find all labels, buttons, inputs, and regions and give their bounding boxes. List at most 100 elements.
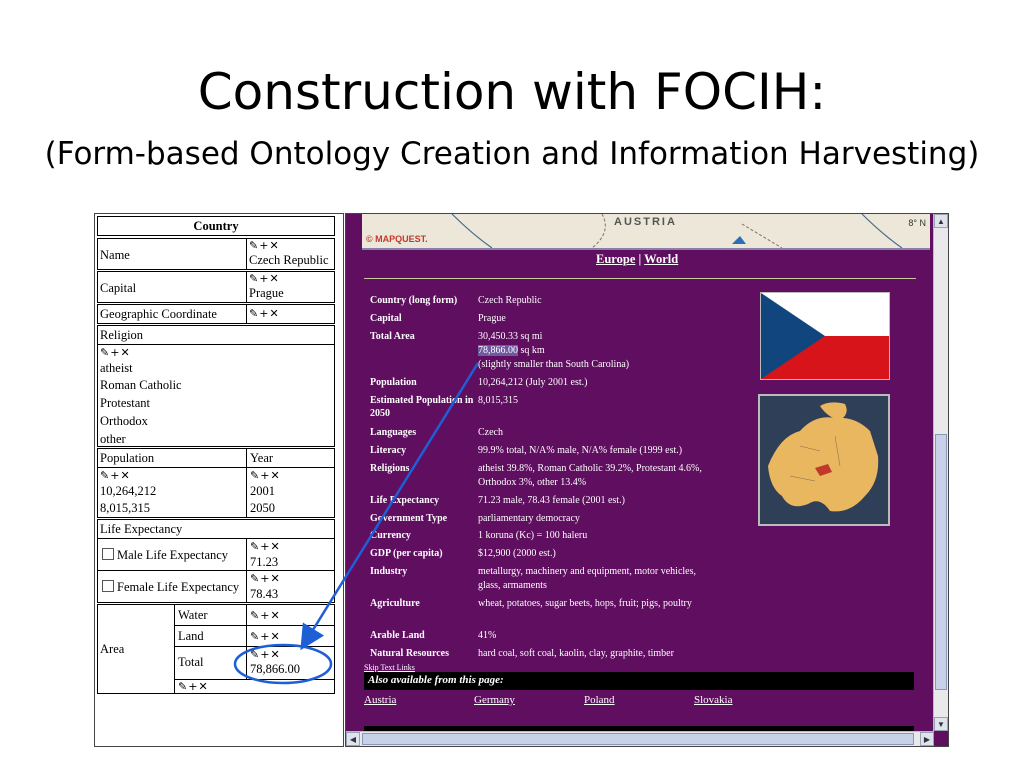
capital-tools: ✎+✕ [249, 272, 280, 285]
neighbor-link-poland[interactable]: Poland [584, 694, 615, 706]
life-expectancy-block: Life Expectancy Male Life Expectancy ✎+✕… [97, 519, 335, 603]
add-icon[interactable]: + [259, 272, 269, 285]
remove-icon[interactable]: ✕ [270, 630, 280, 643]
religion-value: other [100, 432, 126, 446]
highlighted-area-value[interactable]: 78,866.00 [478, 345, 518, 356]
neighbor-link-germany[interactable]: Germany [474, 694, 515, 706]
add-icon[interactable]: + [110, 346, 120, 359]
horizontal-scroll-thumb[interactable] [362, 733, 914, 745]
add-icon[interactable]: + [260, 572, 270, 585]
edit-icon[interactable]: ✎ [100, 346, 110, 359]
remove-icon[interactable]: ✕ [270, 609, 280, 622]
edit-icon[interactable]: ✎ [249, 272, 259, 285]
geo-value-cell[interactable]: ✎+✕ [246, 304, 335, 324]
year-value: 2001 [250, 484, 275, 498]
fact-label: Languages [370, 427, 417, 438]
fact-value: parliamentary democracy [478, 513, 580, 524]
edit-icon[interactable]: ✎ [100, 469, 110, 482]
remove-icon[interactable]: ✕ [269, 239, 279, 252]
name-row: Name ✎+✕ Czech Republic [97, 238, 335, 270]
population-block: Population Year ✎+✕ ✎+✕ 10,264,212 2001 … [97, 448, 335, 518]
geo-label: Geographic Coordinate [100, 307, 217, 321]
neighbor-link-slovakia[interactable]: Slovakia [694, 694, 733, 706]
religion-block: Religion ✎+✕ atheist Roman Catholic Prot… [97, 325, 335, 447]
edit-icon[interactable]: ✎ [250, 540, 260, 553]
edit-icon[interactable]: ✎ [250, 609, 260, 622]
add-icon[interactable]: + [260, 648, 270, 661]
add-icon[interactable]: + [110, 469, 120, 482]
remove-icon[interactable]: ✕ [270, 572, 280, 585]
also-available-text: Also available from this page: [368, 674, 504, 686]
edit-icon[interactable]: ✎ [178, 680, 188, 693]
add-icon[interactable]: + [260, 630, 270, 643]
add-icon[interactable]: + [259, 239, 269, 252]
female-tools: ✎+✕ [250, 572, 281, 585]
female-checkbox[interactable] [102, 580, 114, 592]
fact-label: Natural Resources [370, 648, 449, 659]
edit-icon[interactable]: ✎ [250, 469, 260, 482]
fact-label: Agriculture [370, 598, 420, 609]
edit-icon[interactable]: ✎ [249, 239, 259, 252]
add-icon[interactable]: + [259, 307, 269, 320]
female-life-label: Female Life Expectancy [117, 580, 240, 594]
fact-label: Arable Land [370, 630, 425, 641]
fact-value: 8,015,315 [478, 395, 518, 406]
scroll-left-icon[interactable]: ◀ [346, 732, 360, 746]
name-label: Name [100, 248, 130, 262]
fact-value: 10,264,212 (July 2001 est.) [478, 377, 588, 388]
horizontal-scrollbar[interactable]: ◀ ▶ [346, 731, 934, 746]
scroll-down-icon[interactable]: ▼ [934, 717, 948, 731]
male-life-option[interactable]: Male Life Expectancy [102, 548, 228, 563]
name-tools: ✎+✕ [249, 239, 280, 252]
population-value: 10,264,212 [100, 484, 157, 498]
male-life-value: 71.23 [250, 555, 279, 569]
add-icon[interactable]: + [260, 540, 270, 553]
area-label: Area [100, 642, 125, 656]
remove-icon[interactable]: ✕ [120, 469, 130, 482]
add-icon[interactable]: + [260, 469, 270, 482]
remove-icon[interactable]: ✕ [270, 540, 280, 553]
vertical-scroll-thumb[interactable] [935, 434, 947, 690]
capital-value-cell[interactable]: ✎+✕ Prague [246, 271, 335, 303]
male-checkbox[interactable] [102, 548, 114, 560]
remove-icon[interactable]: ✕ [270, 648, 280, 661]
religion-value: Roman Catholic [100, 378, 182, 392]
edit-icon[interactable]: ✎ [250, 648, 260, 661]
country-webpage: AUSTRIA © MAPQUEST. 8° N Europe | World … [345, 213, 949, 747]
skip-text-links[interactable]: Skip Text Links [364, 663, 415, 672]
edit-icon[interactable]: ✎ [249, 307, 259, 320]
focih-form: Country Name ✎+✕ Czech Republic Capital … [94, 213, 344, 747]
capital-value: Prague [249, 286, 284, 300]
name-value-cell[interactable]: ✎+✕ Czech Republic [246, 238, 335, 270]
name-value: Czech Republic [249, 253, 329, 267]
remove-icon[interactable]: ✕ [269, 307, 279, 320]
neighbor-link-austria[interactable]: Austria [364, 694, 396, 706]
edit-icon[interactable]: ✎ [250, 630, 260, 643]
area-block: Area Water ✎+✕ Land ✎+✕ Total ✎+✕ 78,866… [97, 604, 335, 694]
fact-value: $12,900 (2000 est.) [478, 548, 556, 559]
fact-label: Total Area [370, 331, 415, 342]
female-life-option[interactable]: Female Life Expectancy [102, 580, 239, 595]
remove-icon[interactable]: ✕ [269, 272, 279, 285]
vertical-scrollbar[interactable]: ▲ ▼ [933, 214, 948, 731]
fact-value: Czech [478, 427, 503, 438]
capital-label: Capital [100, 281, 137, 295]
scroll-right-icon[interactable]: ▶ [920, 732, 934, 746]
remove-icon[interactable]: ✕ [198, 680, 208, 693]
add-icon[interactable]: + [188, 680, 198, 693]
map-country-label: AUSTRIA [614, 216, 677, 228]
scroll-up-icon[interactable]: ▲ [934, 214, 948, 228]
edit-icon[interactable]: ✎ [250, 572, 260, 585]
religion-value: atheist [100, 361, 133, 375]
europe-link[interactable]: Europe [596, 252, 635, 266]
population-value: 8,015,315 [100, 501, 150, 515]
fact-value: atheist 39.8%, Roman Catholic 39.2%, Pro… [478, 463, 702, 488]
fact-value: Prague [478, 313, 506, 324]
world-link[interactable]: World [644, 252, 678, 266]
fact-label: Country (long form) [370, 295, 458, 306]
land-tools: ✎+✕ [250, 630, 281, 643]
remove-icon[interactable]: ✕ [120, 346, 130, 359]
remove-icon[interactable]: ✕ [270, 469, 280, 482]
add-icon[interactable]: + [260, 609, 270, 622]
slide-title: Construction with FOCIH: [197, 63, 827, 121]
